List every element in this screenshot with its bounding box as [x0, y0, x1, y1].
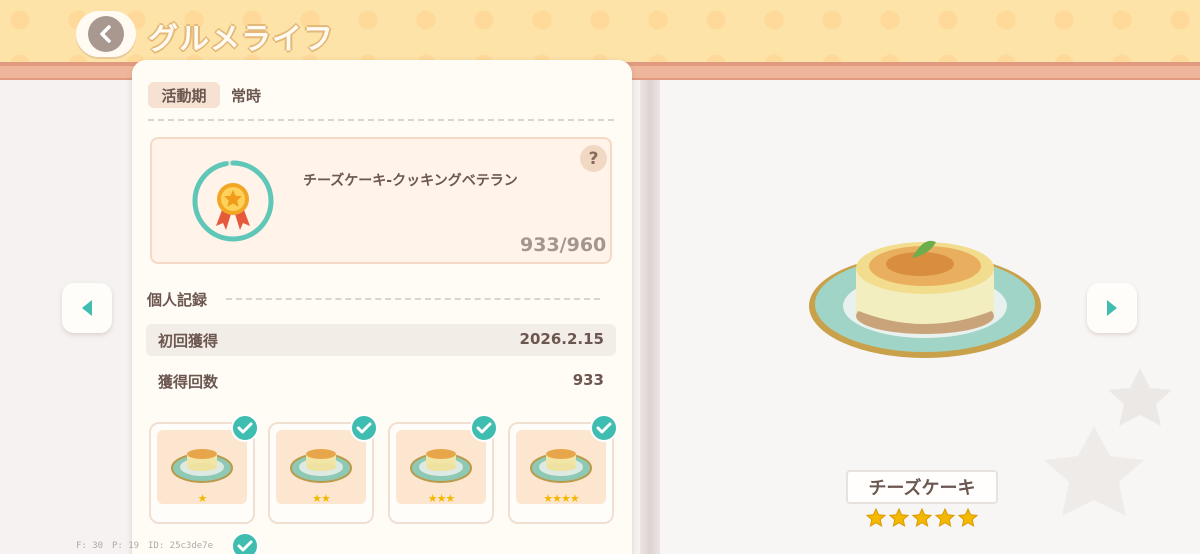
help-button[interactable]: ? — [580, 145, 607, 172]
triangle-left-icon — [82, 300, 92, 316]
prev-page-button[interactable] — [62, 283, 112, 333]
tile-stars: ★★ — [312, 492, 331, 505]
star-icon — [912, 508, 932, 528]
triangle-right-icon — [1107, 300, 1117, 316]
tile-image: ★★★ — [396, 430, 486, 505]
tile-image: ★★ — [276, 430, 366, 505]
tile-image: ★★★★ — [516, 430, 606, 505]
record-label: 初回獲得 — [158, 332, 219, 350]
page-title: グルメライフ — [148, 22, 334, 57]
record-label: 獲得回数 — [158, 373, 219, 391]
tile-stars: ★ — [197, 492, 208, 505]
check-icon — [590, 414, 618, 442]
star-icon — [958, 508, 978, 528]
achievement-name: チーズケーキ-クッキングベテラン — [303, 173, 518, 189]
record-value: 2026.2.15 — [519, 330, 604, 348]
record-value: 933 — [572, 371, 604, 389]
period-value: 常時 — [231, 87, 262, 105]
debug-p: P: 19 — [112, 541, 140, 551]
check-icon — [231, 414, 259, 442]
debug-fps: F: 30 — [76, 541, 104, 551]
records-divider — [226, 298, 600, 300]
records-title: 個人記録 — [147, 291, 208, 309]
chevron-left-icon — [88, 16, 124, 52]
medal-icon — [190, 158, 276, 244]
dish-rating — [862, 508, 982, 528]
star-icon — [889, 508, 909, 528]
check-icon — [350, 414, 378, 442]
divider — [148, 119, 614, 121]
dish-name: チーズケーキ — [846, 470, 998, 504]
check-icon — [470, 414, 498, 442]
period-label: 活動期 — [148, 82, 220, 108]
achievement-progress: 933/960 — [520, 234, 607, 256]
tile-image: ★ — [157, 430, 247, 505]
debug-id: ID: 25c3de7e — [148, 541, 214, 551]
book-gutter — [640, 80, 660, 554]
star-icon — [866, 508, 886, 528]
back-button[interactable] — [76, 11, 136, 57]
cheesecake-illustration — [809, 240, 1041, 358]
record-row-first-obtained: 初回獲得 2026.2.15 — [146, 324, 616, 356]
next-page-button[interactable] — [1087, 283, 1137, 333]
tile-stars: ★★★ — [427, 492, 456, 505]
tile-stars: ★★★★ — [543, 492, 579, 505]
record-row-obtain-count: 獲得回数 933 — [146, 365, 616, 397]
check-icon — [231, 532, 259, 554]
star-icon — [935, 508, 955, 528]
